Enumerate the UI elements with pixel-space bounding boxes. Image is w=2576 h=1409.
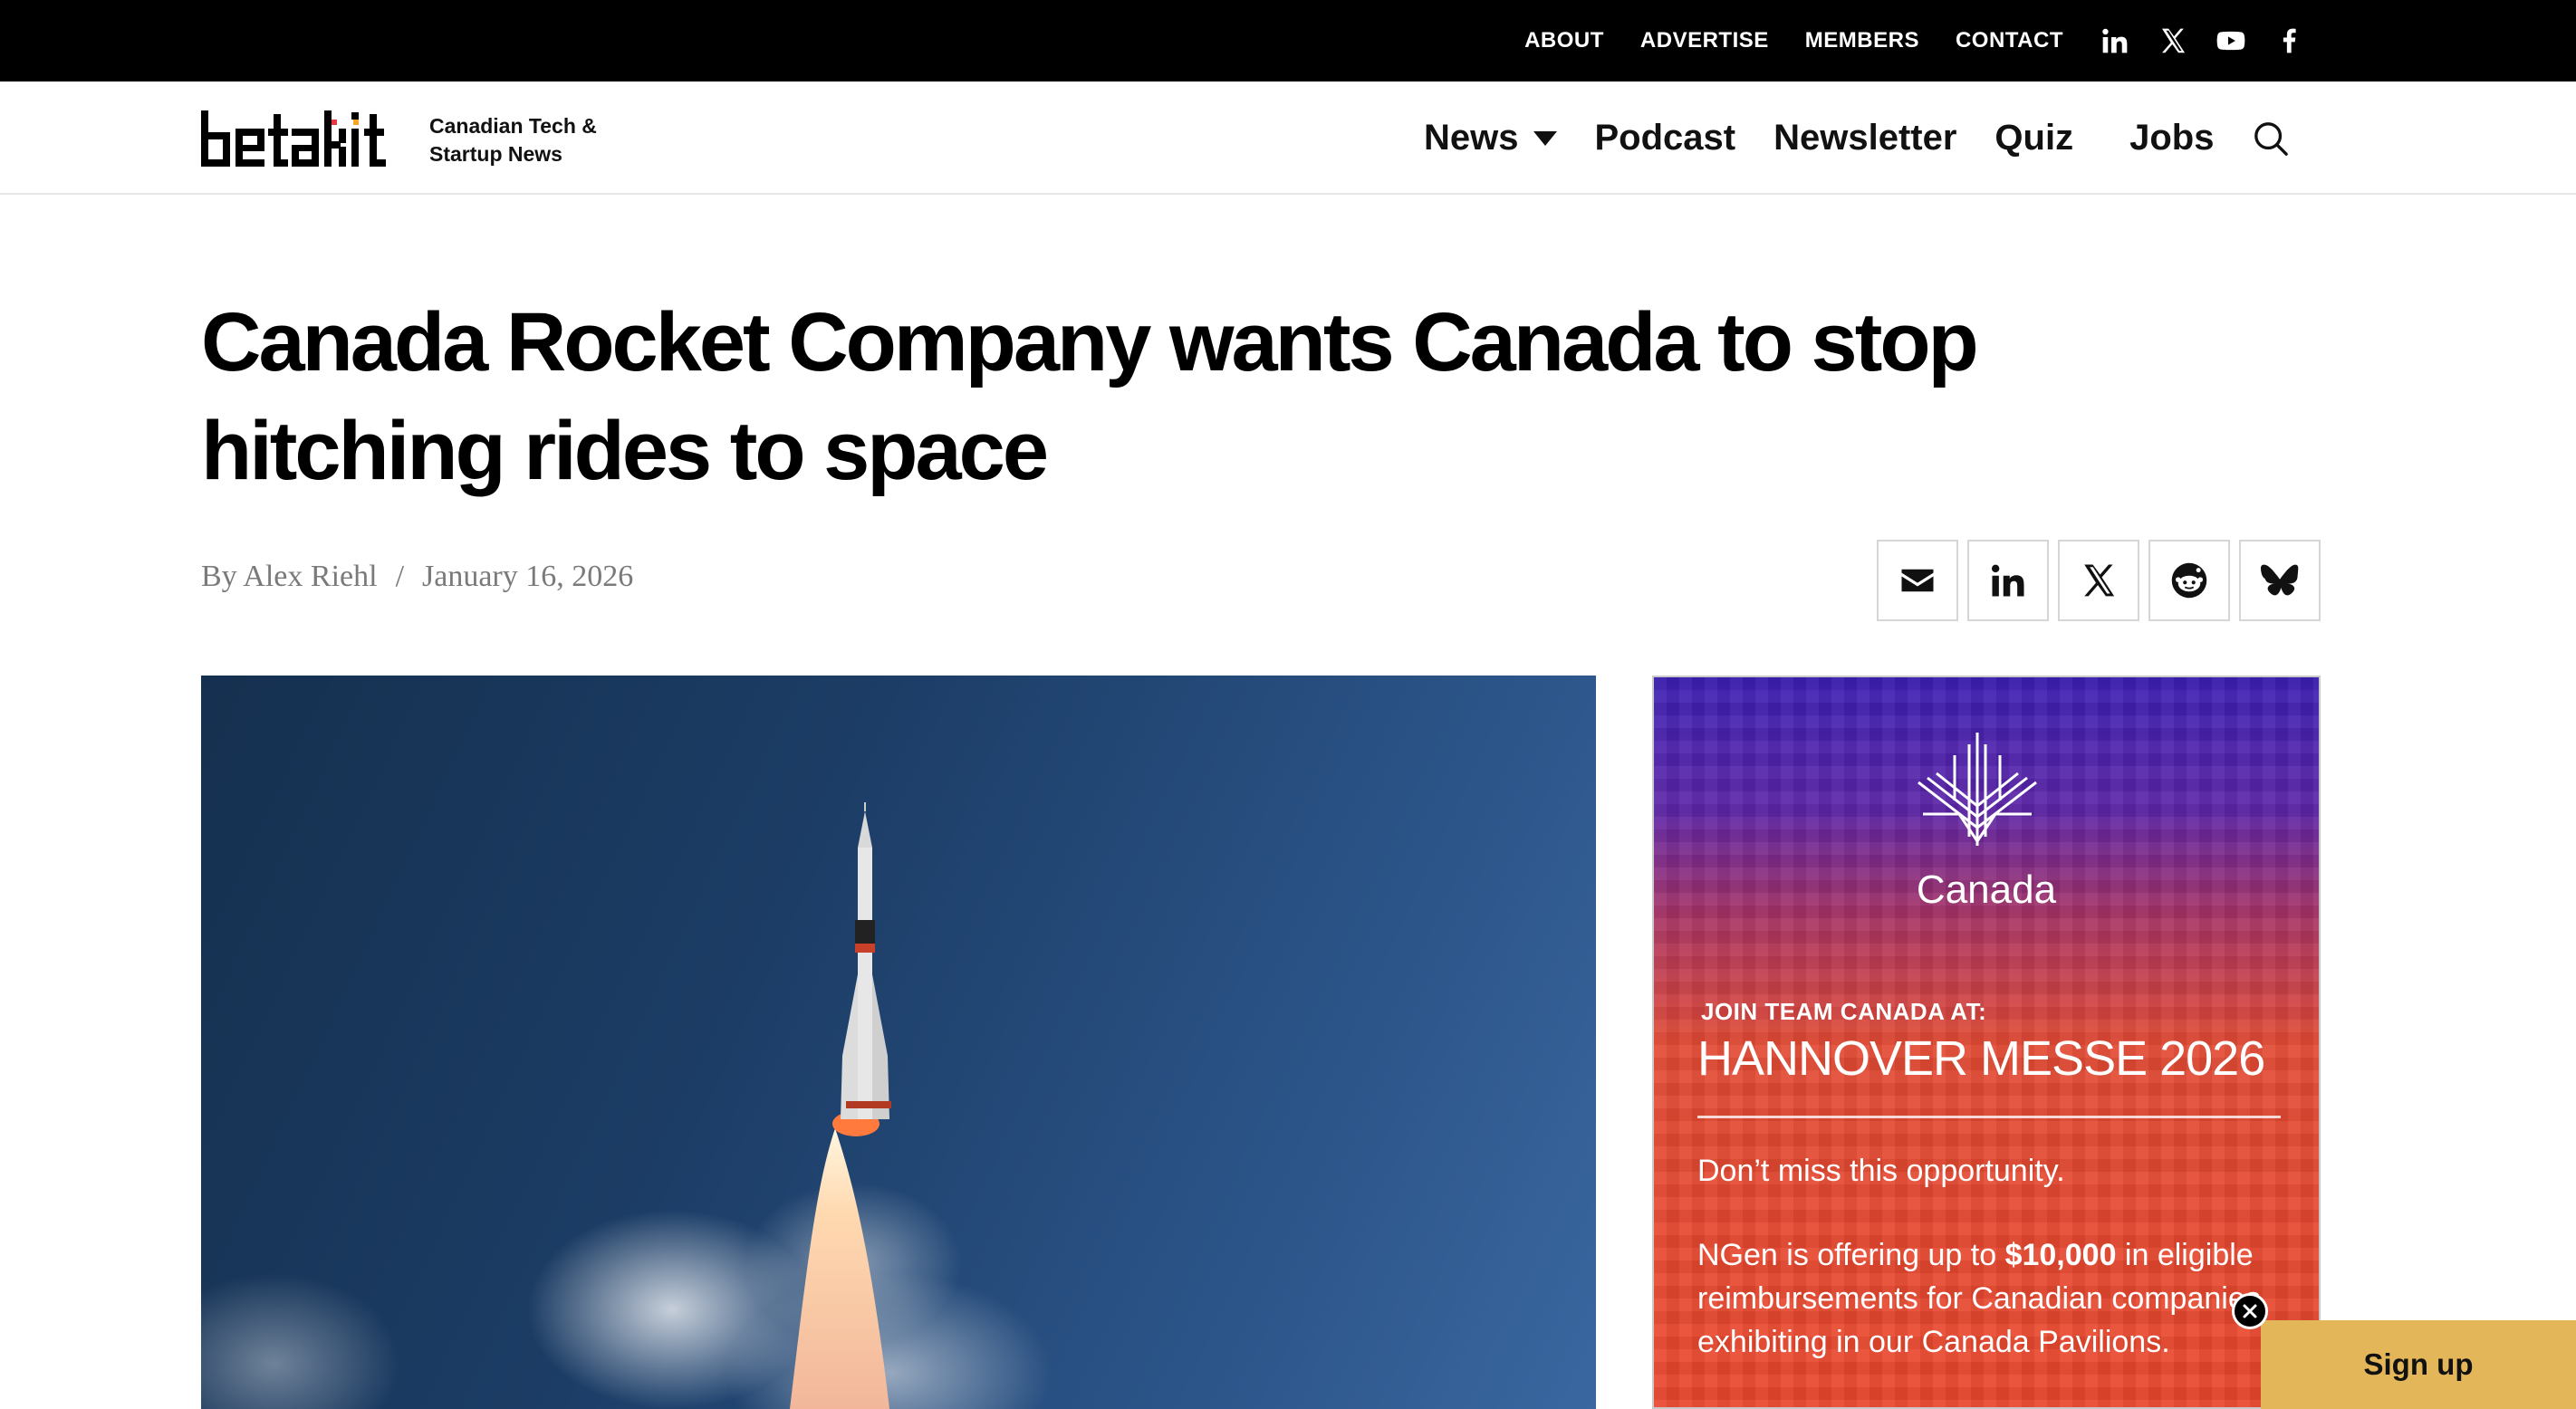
bluesky-icon bbox=[2261, 564, 2299, 596]
author-link[interactable]: By Alex Riehl bbox=[201, 560, 378, 594]
ad-body-pre: NGen is offering up to bbox=[1697, 1238, 2005, 1272]
ad-body-amount: $10,000 bbox=[2004, 1238, 2117, 1272]
linkedin-icon[interactable] bbox=[2100, 25, 2130, 56]
topbar-social-icons bbox=[2100, 25, 2304, 56]
close-icon[interactable] bbox=[2232, 1293, 2268, 1329]
rocket-launch-image bbox=[201, 802, 1053, 1409]
ad-divider bbox=[1697, 1116, 2281, 1118]
nav-jobs[interactable]: Jobs bbox=[2129, 118, 2214, 158]
betakit-logo[interactable] bbox=[201, 107, 393, 168]
hero-image bbox=[201, 676, 1596, 1409]
signup-button[interactable]: Sign up bbox=[2261, 1320, 2576, 1409]
share-email-button[interactable] bbox=[1877, 540, 1958, 621]
main-nav: News Podcast Newsletter Quiz Jobs bbox=[1424, 81, 2290, 195]
email-icon bbox=[1901, 569, 1934, 592]
share-x-button[interactable] bbox=[2058, 540, 2139, 621]
byline-separator: / bbox=[395, 560, 405, 593]
topbar-link-advertise[interactable]: ADVERTISE bbox=[1640, 28, 1769, 53]
site-tagline: Canadian Tech & Startup News bbox=[429, 112, 597, 168]
topbar-link-contact[interactable]: CONTACT bbox=[1956, 28, 2063, 53]
nav-podcast[interactable]: Podcast bbox=[1595, 118, 1736, 158]
advertisement-banner[interactable]: Canada JOIN TEAM CANADA AT: HANNOVER MES… bbox=[1652, 676, 2321, 1409]
nav-newsletter[interactable]: Newsletter bbox=[1773, 118, 1956, 158]
youtube-icon[interactable] bbox=[2216, 25, 2246, 56]
top-bar-nav: ABOUT ADVERTISE MEMBERS CONTACT bbox=[1524, 0, 2304, 81]
article-title: Canada Rocket Company wants Canada to st… bbox=[201, 296, 1979, 497]
nav-news[interactable]: News bbox=[1424, 118, 1557, 158]
topbar-link-members[interactable]: MEMBERS bbox=[1805, 28, 1919, 53]
ad-kicker: JOIN TEAM CANADA AT: bbox=[1701, 998, 1987, 1025]
facebook-icon[interactable] bbox=[2273, 25, 2304, 56]
reddit-icon bbox=[2171, 562, 2207, 599]
x-icon bbox=[2084, 564, 2115, 597]
linkedin-icon bbox=[1991, 564, 2024, 597]
site-header: Canadian Tech & Startup News News Podcas… bbox=[0, 81, 2576, 195]
share-bluesky-button[interactable] bbox=[2239, 540, 2321, 621]
share-linkedin-button[interactable] bbox=[1967, 540, 2049, 621]
share-reddit-button[interactable] bbox=[2148, 540, 2230, 621]
tagline-line-2: Startup News bbox=[429, 142, 562, 166]
ad-body: NGen is offering up to $10,000 in eligib… bbox=[1697, 1233, 2295, 1364]
x-icon[interactable] bbox=[2158, 25, 2188, 56]
article-byline: By Alex Riehl / January 16, 2026 bbox=[201, 560, 633, 594]
ad-title: HANNOVER MESSE 2026 bbox=[1697, 1031, 2265, 1086]
ad-brand: Canada bbox=[1916, 867, 2057, 912]
search-icon[interactable] bbox=[2252, 120, 2290, 158]
caret-down-icon bbox=[1533, 130, 1557, 146]
publish-date: January 16, 2026 bbox=[422, 560, 634, 593]
top-bar: ABOUT ADVERTISE MEMBERS CONTACT bbox=[0, 0, 2576, 81]
nav-news-label: News bbox=[1424, 118, 1519, 158]
ad-line: Don’t miss this opportunity. bbox=[1697, 1154, 2065, 1188]
signup-label: Sign up bbox=[2363, 1347, 2474, 1381]
tagline-line-1: Canadian Tech & bbox=[429, 114, 597, 138]
share-buttons bbox=[1877, 540, 2321, 621]
topbar-link-about[interactable]: ABOUT bbox=[1524, 28, 1604, 53]
canada-maple-leaf-icon bbox=[1918, 733, 2037, 846]
nav-quiz[interactable]: Quiz bbox=[1994, 118, 2073, 158]
